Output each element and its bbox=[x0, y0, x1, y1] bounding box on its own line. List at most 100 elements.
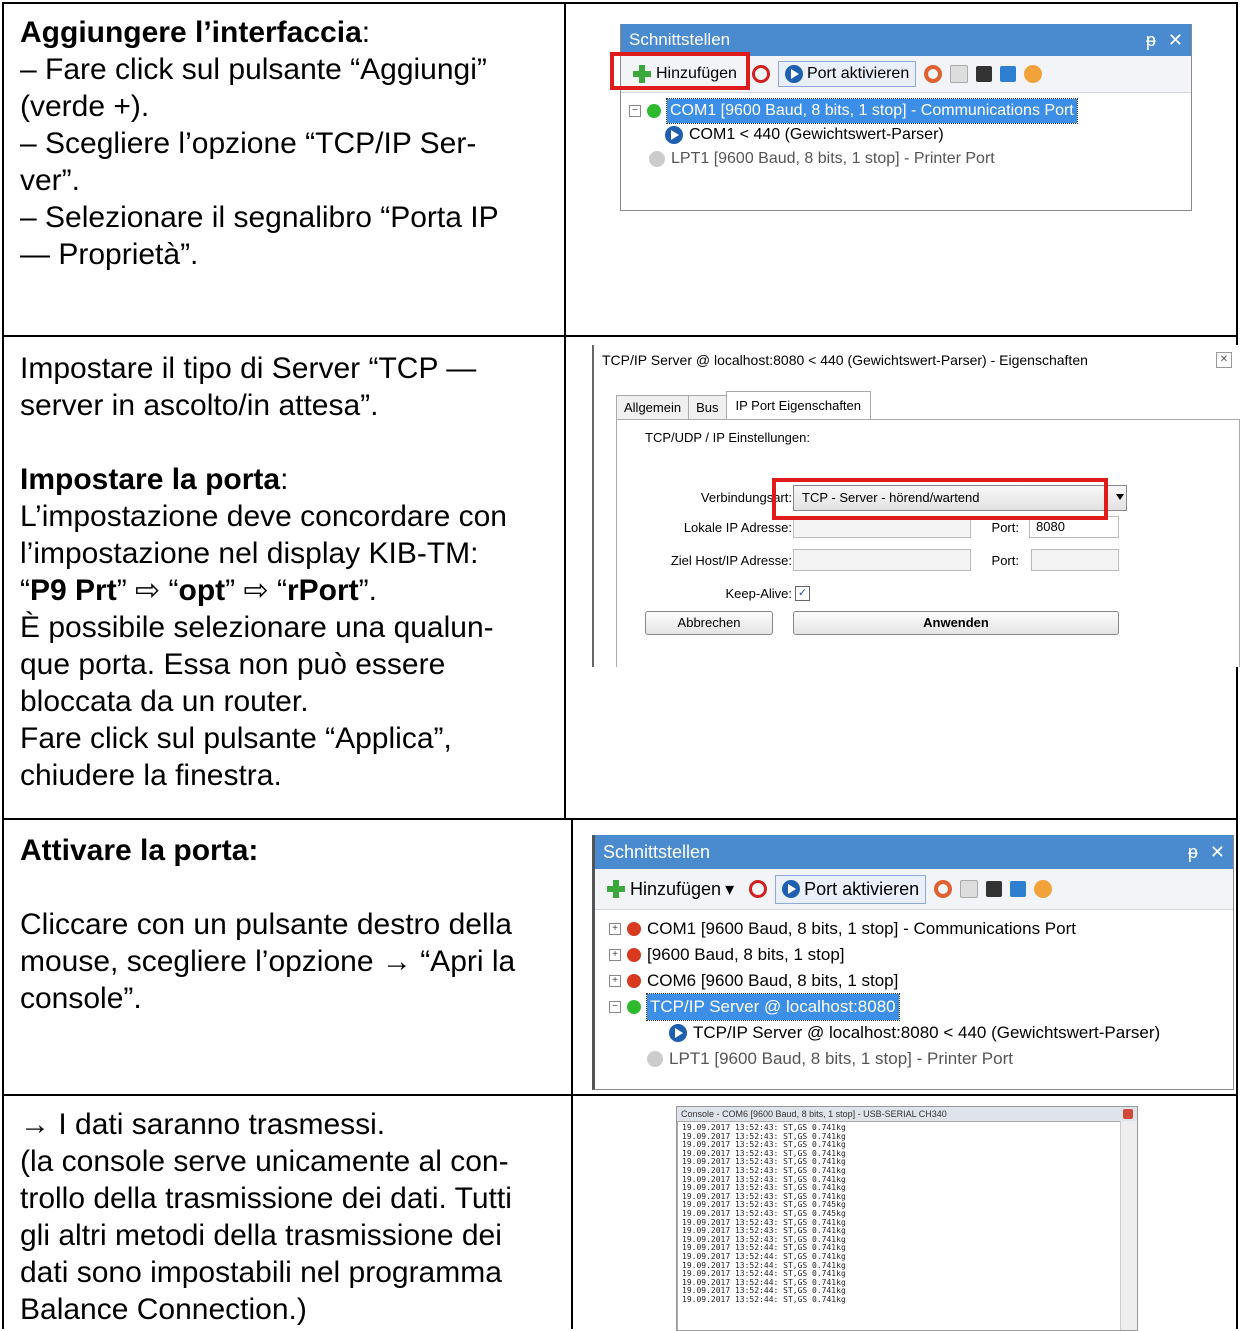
dialog-titlebar: TCP/IP Server @ localhost:8080 < 440 (Ge… bbox=[594, 345, 1240, 375]
tree-item[interactable]: LPT1 [9600 Baud, 8 bits, 1 stop] - Print… bbox=[629, 147, 1183, 171]
row4-line: → I dati saranno trasmessi. bbox=[20, 1108, 386, 1141]
tab-bus[interactable]: Bus bbox=[688, 395, 727, 419]
row3-heading: Attivare la porta: bbox=[20, 834, 259, 867]
close-icon[interactable]: ✕ bbox=[1210, 842, 1225, 863]
row2-line: que porta. Essa non può essere bbox=[20, 648, 446, 681]
row1-heading: Aggiungere l’interfaccia bbox=[20, 16, 362, 49]
console-scrollbar[interactable] bbox=[1120, 1121, 1137, 1330]
table-border-row2 bbox=[2, 818, 1238, 820]
tab-general[interactable]: Allgemein bbox=[616, 395, 690, 419]
console-output: 19.09.2017 13:52:43: ST,GS 0.741kg 19.09… bbox=[677, 1121, 1137, 1330]
status-green-icon bbox=[647, 104, 661, 118]
expand-icon[interactable]: + bbox=[609, 949, 621, 961]
tree-item-label: COM6 [9600 Baud, 8 bits, 1 stop] bbox=[647, 971, 899, 990]
tree-item[interactable]: − COM1 [9600 Baud, 8 bits, 1 stop] - Comm… bbox=[629, 98, 1183, 124]
port2-field[interactable] bbox=[1031, 549, 1119, 571]
cancel-button[interactable]: Abbrechen bbox=[645, 611, 773, 635]
clock-icon[interactable] bbox=[1034, 880, 1053, 898]
quote: ” ⇨ “ bbox=[116, 574, 179, 607]
collapse-icon[interactable]: − bbox=[629, 105, 641, 117]
activate-label: Port aktivieren bbox=[804, 878, 920, 899]
row4-line: trollo della trasmissione dei dati. Tutt… bbox=[20, 1182, 512, 1215]
plus-icon bbox=[606, 879, 626, 899]
expand-icon[interactable]: + bbox=[609, 975, 621, 987]
keepalive-label: Keep-Alive: bbox=[725, 586, 792, 601]
local-ip-label: Lokale IP Adresse: bbox=[683, 520, 792, 535]
target-host-label: Ziel Host/IP Adresse: bbox=[670, 553, 792, 568]
document-icon[interactable] bbox=[950, 65, 969, 83]
tree-item[interactable]: LPT1 [9600 Baud, 8 bits, 1 stop] - Print… bbox=[609, 1046, 1225, 1072]
expand-icon[interactable]: + bbox=[609, 923, 621, 935]
panel-titlebar: Schnittstellen ᵽ ✕ bbox=[595, 835, 1233, 869]
status-red-icon bbox=[627, 948, 641, 962]
pin-icon[interactable]: ᵽ bbox=[1188, 842, 1198, 863]
dialog-title: TCP/IP Server @ localhost:8080 < 440 (Ge… bbox=[602, 352, 1088, 368]
download-icon[interactable] bbox=[1000, 66, 1017, 82]
tree-item[interactable]: COM1 < 440 (Gewichtswert-Parser) bbox=[629, 123, 1183, 147]
tree-item-label: COM1 < 440 (Gewichtswert-Parser) bbox=[689, 126, 944, 143]
tab-ip-port[interactable]: IP Port Eigenschaften bbox=[725, 391, 872, 419]
row1-line: — Proprietà”. bbox=[20, 238, 199, 271]
tree-item-label: COM1 [9600 Baud, 8 bits, 1 stop] - Commu… bbox=[647, 919, 1076, 938]
table-border-top bbox=[2, 2, 1238, 4]
row1-line: – Fare click sul pulsante “Aggiungi” bbox=[20, 53, 487, 86]
play-icon bbox=[669, 1024, 687, 1042]
panel-title: Schnittstellen bbox=[603, 841, 711, 862]
chevron-down-icon bbox=[1116, 494, 1124, 500]
row4-line: Balance Connection.) bbox=[20, 1293, 307, 1326]
tree-item-label: [9600 Baud, 8 bits, 1 stop] bbox=[647, 945, 845, 964]
download-icon[interactable] bbox=[1010, 881, 1027, 897]
status-green-icon bbox=[627, 1000, 641, 1014]
remove-icon[interactable] bbox=[749, 880, 768, 898]
console-line: 19.09.2017 13:52:44: ST,GS 0.741kg bbox=[682, 1294, 846, 1304]
highlight-add-button bbox=[610, 52, 750, 90]
row2-intro: Impostare il tipo di Server “TCP — bbox=[20, 352, 477, 385]
panel-title: Schnittstellen bbox=[629, 30, 731, 49]
close-icon[interactable]: ✕ bbox=[1168, 30, 1183, 51]
clock-icon[interactable] bbox=[1024, 65, 1043, 83]
screenshot-activate-port: Schnittstellen ᵽ ✕ Hinzufügen ▾ Port aktiv… bbox=[592, 835, 1234, 1090]
collapse-icon[interactable]: − bbox=[609, 1001, 621, 1013]
lifebuoy-icon[interactable] bbox=[924, 65, 943, 83]
activate-port-button[interactable]: Port aktivieren bbox=[775, 874, 927, 904]
lifebuoy-icon[interactable] bbox=[934, 880, 953, 898]
tree-item[interactable]: + [9600 Baud, 8 bits, 1 stop] bbox=[609, 942, 1225, 968]
tree-item[interactable]: + COM6 [9600 Baud, 8 bits, 1 stop] bbox=[609, 968, 1225, 994]
port-label: Port: bbox=[991, 520, 1019, 535]
tree-item[interactable]: + COM1 [9600 Baud, 8 bits, 1 stop] - Comm… bbox=[609, 916, 1225, 942]
row1-line: ver”. bbox=[20, 164, 80, 197]
row2-line: chiudere la finestra. bbox=[20, 759, 282, 792]
close-icon[interactable] bbox=[1123, 1109, 1133, 1119]
add-button[interactable]: Hinzufügen ▾ bbox=[599, 875, 741, 904]
target-host-field[interactable] bbox=[793, 549, 971, 571]
port2-label: Port: bbox=[991, 553, 1019, 568]
row3-text: Attivare la porta: Cliccare con un pulsa… bbox=[20, 832, 565, 1017]
row2-text: Impostare il tipo di Server “TCP — serve… bbox=[20, 350, 560, 794]
tree-item-label: TCP/IP Server @ localhost:8080 bbox=[646, 993, 900, 1021]
monitor-icon[interactable] bbox=[976, 66, 993, 82]
play-icon bbox=[665, 126, 683, 144]
activate-port-button[interactable]: Port aktivieren bbox=[777, 61, 917, 87]
close-icon[interactable]: ✕ bbox=[1216, 352, 1232, 368]
tree-item[interactable]: − TCP/IP Server @ localhost:8080 bbox=[609, 993, 1225, 1021]
row3-line: Cliccare con un pulsante destro della bbox=[20, 908, 512, 941]
keepalive-checkbox[interactable]: ✓ bbox=[795, 586, 810, 601]
quote: ”. bbox=[358, 574, 377, 607]
tree-item-label: COM1 [9600 Baud, 8 bits, 1 stop] - Commu… bbox=[666, 98, 1078, 124]
row2-line: bloccata da un router. bbox=[20, 685, 309, 718]
tree-item[interactable]: TCP/IP Server @ localhost:8080 < 440 (Ge… bbox=[609, 1020, 1225, 1046]
remove-icon[interactable] bbox=[751, 65, 770, 83]
row2-line: L’impostazione deve concordare con bbox=[20, 500, 507, 533]
monitor-icon[interactable] bbox=[986, 881, 1003, 897]
pin-icon[interactable]: ᵽ bbox=[1146, 30, 1156, 51]
table-divider-a bbox=[564, 2, 566, 818]
path-step: opt bbox=[178, 574, 226, 607]
activate-label: Port aktivieren bbox=[806, 65, 910, 82]
row2-intro: server in ascolto/in attesa”. bbox=[20, 389, 379, 422]
row1-line: – Scegliere l’opzione “TCP/IP Ser- bbox=[20, 127, 477, 160]
row3-line: mouse, scegliere l’opzione → “Apri la bbox=[20, 945, 516, 978]
gear-icon bbox=[647, 1051, 663, 1067]
document-icon[interactable] bbox=[960, 880, 979, 898]
table-border-left bbox=[2, 2, 4, 1329]
apply-button[interactable]: Anwenden bbox=[793, 611, 1119, 635]
